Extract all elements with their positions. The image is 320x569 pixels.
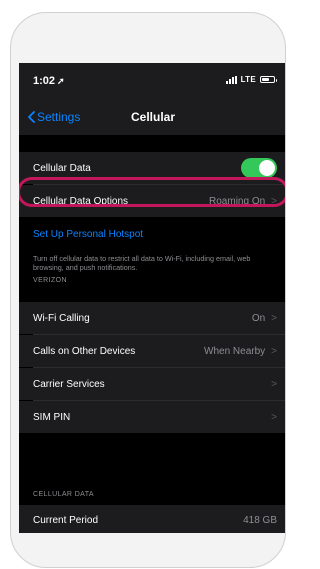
usage-section-header: CELLULAR DATA [33, 491, 94, 498]
set-up-hotspot-link[interactable]: Set Up Personal Hotspot [33, 229, 143, 240]
signal-icon [225, 75, 237, 84]
highlight-outline [19, 177, 285, 207]
carrier-services-label: Carrier Services [33, 378, 105, 390]
cellular-data-toggle[interactable] [241, 158, 277, 178]
chevron-right-icon: > [271, 411, 277, 423]
status-right: LTE [225, 75, 277, 84]
network-type: LTE [240, 75, 256, 84]
phone-frame: 1:02 ➚ LTE Settings Cellular Cellular Dat… [10, 12, 286, 568]
carrier-services-row[interactable]: Carrier Services > [19, 368, 285, 400]
chevron-right-icon: > [271, 345, 277, 357]
chevron-right-icon: > [271, 378, 277, 390]
location-arrow-icon: ➚ [57, 76, 65, 86]
current-period-row: Current Period 418 GB [19, 505, 285, 533]
chevron-right-icon: > [271, 312, 277, 324]
sim-pin-row[interactable]: SIM PIN > [19, 401, 285, 433]
calls-other-devices-value: When Nearby [204, 345, 266, 357]
cellular-data-label: Cellular Data [33, 162, 91, 174]
page-title: Cellular [130, 110, 175, 124]
current-period-value: 418 GB [243, 514, 277, 526]
current-period-label: Current Period [33, 514, 99, 526]
wifi-calling-label: Wi-Fi Calling [33, 312, 90, 324]
battery-icon [260, 76, 277, 83]
section-gap [19, 135, 285, 152]
status-time: 1:02 [33, 75, 56, 87]
toggle-knob [259, 160, 275, 176]
wifi-calling-row[interactable]: Wi-Fi Calling On > [19, 302, 285, 334]
sim-pin-label: SIM PIN [33, 411, 71, 423]
screen: 1:02 ➚ LTE Settings Cellular Cellular Dat… [19, 63, 285, 533]
calls-other-devices-row[interactable]: Calls on Other Devices When Nearby > [19, 335, 285, 367]
status-bar: 1:02 ➚ LTE [19, 63, 285, 101]
cellular-footer-text: Turn off cellular data to restrict all d… [33, 254, 251, 272]
status-time-wrap: 1:02 ➚ [33, 75, 65, 87]
calls-other-devices-label: Calls on Other Devices [33, 345, 136, 357]
navigation-bar: Settings Cellular [19, 101, 285, 135]
carrier-section-header: VERIZON [33, 277, 67, 284]
wifi-calling-value: On [251, 312, 266, 324]
